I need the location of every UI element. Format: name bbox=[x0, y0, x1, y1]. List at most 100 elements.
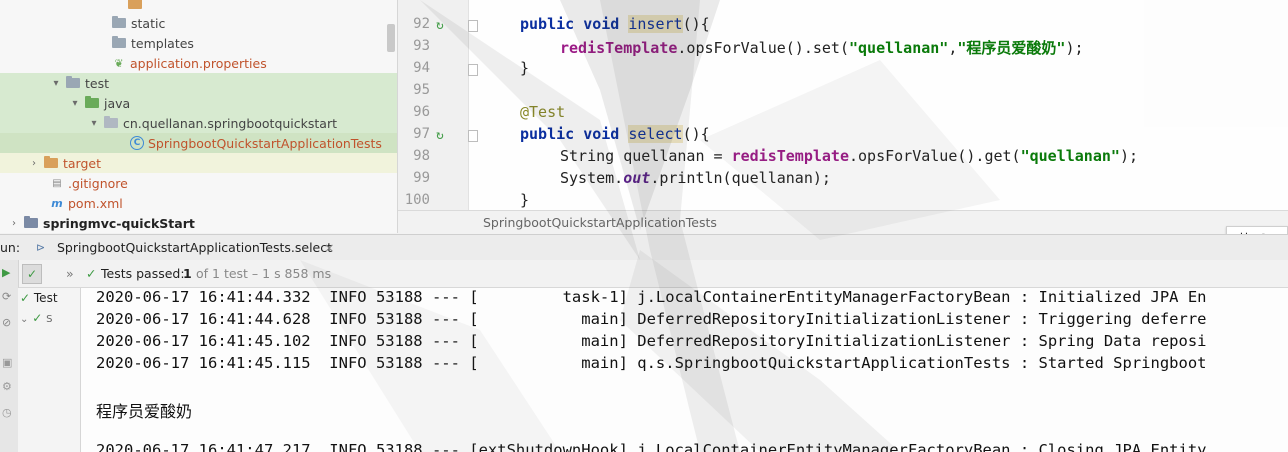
maven-icon: m bbox=[51, 196, 63, 210]
settings-icon[interactable]: ⚙ bbox=[2, 380, 12, 393]
editor-breadcrumb[interactable]: SpringbootQuickstartApplicationTests bbox=[398, 210, 1288, 233]
test-tree-child[interactable]: ⌄ ✓ S bbox=[20, 311, 52, 325]
keyword: public bbox=[520, 15, 575, 33]
code-line[interactable]: 94 } bbox=[398, 58, 1288, 80]
console-output[interactable]: 2020-06-17 16:41:44.332 INFO 53188 --- [… bbox=[81, 288, 1288, 452]
tree-item-templates[interactable]: templates bbox=[0, 33, 397, 53]
test-tree-root[interactable]: ✓ Test bbox=[20, 291, 58, 305]
field-token: redisTemplate bbox=[560, 39, 678, 57]
tree-item-label: target bbox=[63, 155, 102, 171]
chevron-down-icon[interactable]: ▾ bbox=[88, 117, 100, 129]
tree-item-label: pom.xml bbox=[68, 195, 123, 211]
tree-item-label: SpringbootQuickstartApplicationTests bbox=[148, 135, 382, 151]
passed-check-icon: ✓ bbox=[20, 291, 31, 305]
code-token: String quellanan = bbox=[560, 147, 732, 165]
test-results-tree: ✓ Test ⌄ ✓ S bbox=[18, 288, 81, 452]
code-line[interactable]: 98 String quellanan = redisTemplate.opsF… bbox=[398, 146, 1288, 168]
console-line: 2020-06-17 16:41:45.102 INFO 53188 --- [… bbox=[96, 332, 1207, 350]
code-line[interactable]: 99 System.out.println(quellanan); bbox=[398, 168, 1288, 190]
line-number: 93 bbox=[413, 38, 430, 54]
console-line: 2020-06-17 16:41:44.628 INFO 53188 --- [… bbox=[96, 310, 1207, 328]
code-line[interactable]: 97 ↻ public void select(){ bbox=[398, 124, 1288, 146]
chevron-right-icon[interactable]: › bbox=[28, 157, 40, 169]
folder-icon bbox=[112, 16, 126, 28]
chevron-down-icon[interactable]: ▾ bbox=[50, 77, 62, 89]
rerun-icon[interactable]: ▶ bbox=[2, 266, 10, 279]
tree-item-cutoff[interactable] bbox=[0, 0, 397, 14]
run-config-tab[interactable]: SpringbootQuickstartApplicationTests.sel… bbox=[57, 235, 332, 261]
toggle-icon[interactable]: ⊘ bbox=[2, 316, 11, 329]
annotation-token: @Test bbox=[520, 103, 566, 121]
tree-item-java[interactable]: ▾ java bbox=[0, 93, 397, 113]
code-text: } bbox=[520, 191, 530, 209]
console-line: 2020-06-17 16:41:45.115 INFO 53188 --- [… bbox=[96, 354, 1207, 372]
rerun-failed-icon[interactable]: ⟳ bbox=[2, 290, 11, 303]
tree-item-label: .gitignore bbox=[68, 175, 128, 191]
fold-icon[interactable] bbox=[468, 64, 478, 76]
tree-item-label: test bbox=[85, 75, 110, 91]
fold-icon[interactable] bbox=[468, 20, 478, 32]
code-text: } bbox=[520, 59, 530, 77]
folder-icon bbox=[112, 36, 126, 48]
tree-scrollbar[interactable] bbox=[387, 24, 395, 52]
history-icon[interactable]: ◷ bbox=[2, 406, 12, 419]
keyword: void bbox=[583, 125, 620, 143]
line-number: 100 bbox=[404, 192, 430, 208]
tree-item-pom[interactable]: m pom.xml bbox=[0, 193, 397, 213]
passed-check-icon: ✓ bbox=[86, 266, 97, 281]
tree-item-label: application.properties bbox=[130, 55, 267, 71]
tree-item-application-properties[interactable]: ❦ application.properties bbox=[0, 53, 397, 73]
run-config-icon: ⊳ bbox=[36, 241, 46, 254]
chevron-down-icon[interactable]: ▾ bbox=[69, 97, 81, 109]
code-editor[interactable]: 92 ↻ public void insert(){ 93 redisTempl… bbox=[398, 0, 1288, 233]
file-icon: ▤ bbox=[52, 177, 62, 189]
tree-item-label: springmvc-quickStart bbox=[43, 215, 195, 231]
close-icon[interactable]: × bbox=[324, 235, 334, 261]
code-line[interactable]: 95 bbox=[398, 80, 1288, 102]
tree-item-module[interactable]: › springmvc-quickStart bbox=[0, 213, 397, 233]
package-icon bbox=[104, 116, 118, 128]
code-token: System. bbox=[560, 169, 624, 187]
tree-item-package[interactable]: ▾ cn.quellanan.springbootquickstart bbox=[0, 113, 397, 133]
tests-passed-count: 1 bbox=[183, 266, 192, 281]
string-token: "quellanan" bbox=[1020, 147, 1120, 165]
string-token: "quellanan" bbox=[849, 39, 949, 57]
expand-icon[interactable]: » bbox=[66, 260, 74, 287]
tree-item-gitignore[interactable]: ▤ .gitignore bbox=[0, 173, 397, 193]
code-token: .println(quellanan); bbox=[650, 169, 831, 187]
console-output-value: 程序员爱酸奶 bbox=[96, 402, 193, 421]
tree-item-label: java bbox=[104, 95, 131, 111]
run-test-icon[interactable]: ↻ bbox=[436, 128, 450, 143]
show-passed-toggle-icon[interactable]: ✓ bbox=[22, 264, 42, 284]
keyword: void bbox=[583, 15, 620, 33]
test-tree-label: Test bbox=[33, 291, 58, 305]
chevron-right-icon[interactable]: › bbox=[8, 217, 20, 229]
keyword: public bbox=[520, 125, 575, 143]
console-line: 2020-06-17 16:41:47.217 INFO 53188 --- [… bbox=[96, 441, 1207, 452]
run-test-icon[interactable]: ↻ bbox=[436, 18, 450, 33]
run-tool-header: un: ⊳ SpringbootQuickstartApplicationTes… bbox=[0, 234, 1288, 261]
tree-item-static[interactable]: static bbox=[0, 13, 397, 33]
tests-passed-label: Tests passed: bbox=[101, 266, 185, 281]
run-side-toolbar: ▶ ⟳ ⊘ ▣ ⚙ ◷ bbox=[0, 260, 19, 452]
fold-icon[interactable] bbox=[468, 130, 478, 142]
code-line[interactable]: 100 } bbox=[398, 190, 1288, 212]
tree-item-test[interactable]: ▾ test bbox=[0, 73, 397, 93]
tests-passed-detail: of 1 test – 1 s 858 ms bbox=[196, 266, 332, 281]
export-icon[interactable]: ▣ bbox=[2, 356, 12, 369]
code-token: (){ bbox=[682, 15, 710, 33]
tree-item-target[interactable]: › target bbox=[0, 153, 397, 173]
test-folder-icon bbox=[85, 96, 99, 108]
method-name: insert bbox=[628, 15, 683, 33]
code-token: ); bbox=[1119, 147, 1138, 165]
line-number: 96 bbox=[413, 104, 430, 120]
field-token: redisTemplate bbox=[731, 147, 849, 165]
tree-item-test-class[interactable]: C SpringbootQuickstartApplicationTests bbox=[0, 133, 397, 153]
module-folder-icon bbox=[24, 216, 38, 228]
tree-item-label: templates bbox=[131, 35, 194, 51]
passed-check-icon: ✓ bbox=[32, 311, 43, 325]
code-line[interactable]: 96 @Test bbox=[398, 102, 1288, 124]
code-line[interactable]: 92 ↻ public void insert(){ bbox=[398, 14, 1288, 36]
line-number: 99 bbox=[413, 170, 430, 186]
code-line[interactable]: 93 redisTemplate.opsForValue().set("quel… bbox=[398, 36, 1288, 58]
